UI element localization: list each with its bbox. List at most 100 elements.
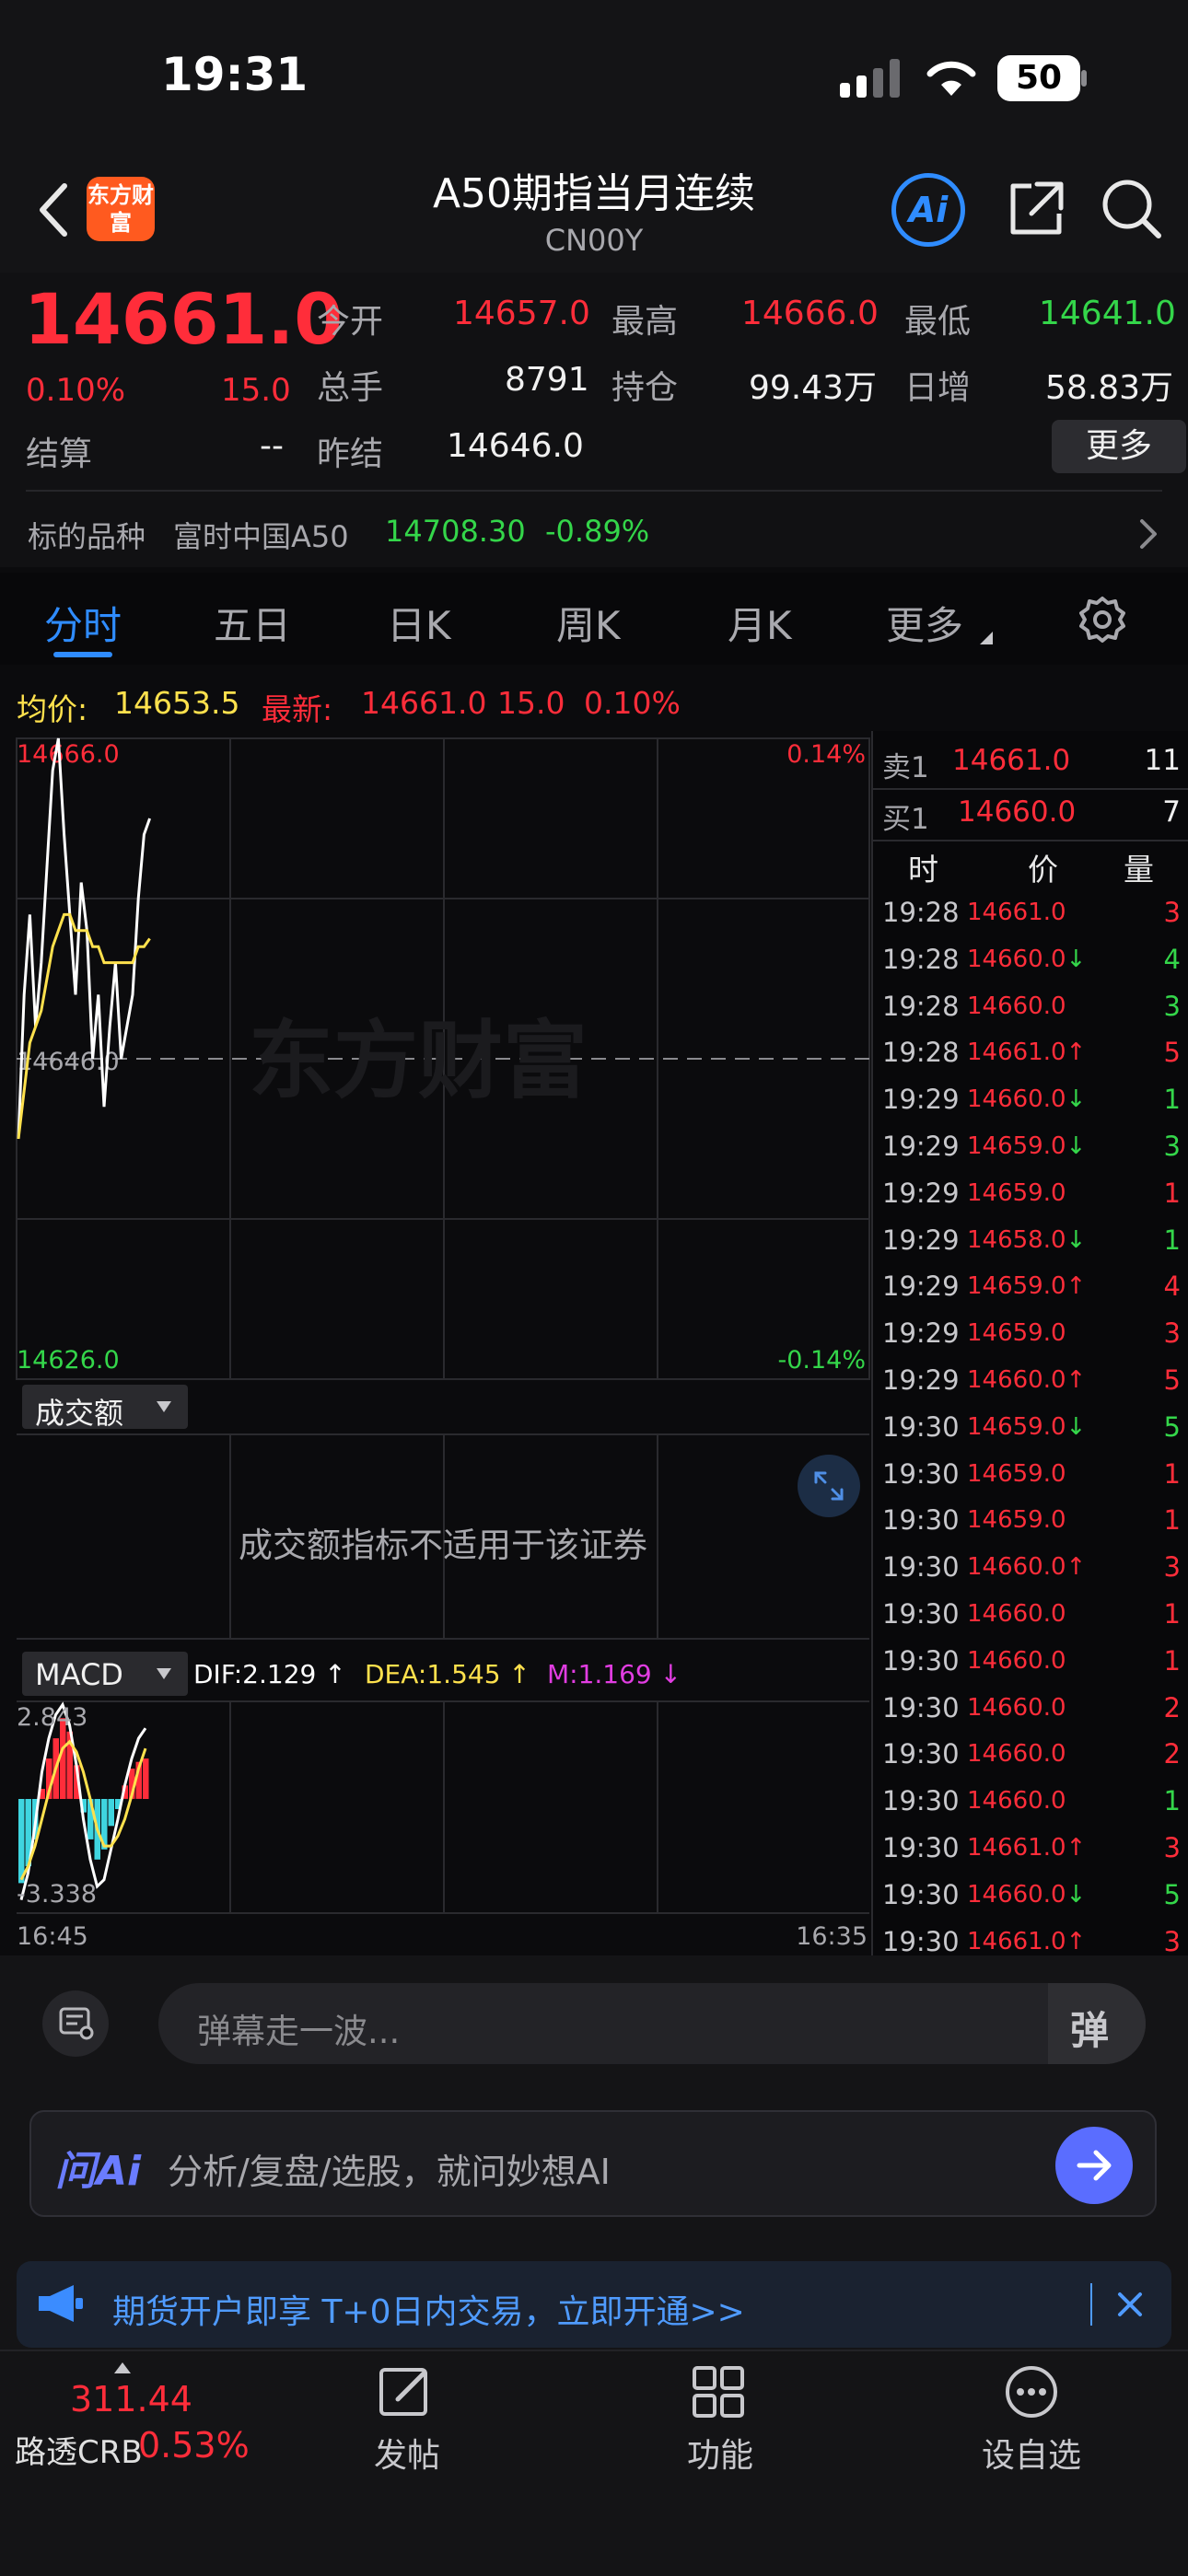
function-button[interactable]: 功能 (663, 2351, 774, 2480)
ai-section: 问Ai 分析/复盘/选股，就问妙想AI (0, 2092, 1188, 2221)
col-price: 价 (1028, 852, 1058, 888)
close-icon[interactable] (1114, 2289, 1146, 2320)
tick-qty: 1 (1163, 1084, 1181, 1116)
tick-time: 19:28 (882, 943, 960, 975)
col-time: 时 (908, 852, 938, 888)
tick-time: 19:29 (882, 1224, 960, 1256)
high-label: 最高 (611, 303, 679, 341)
tab-weekly-k[interactable]: 周K (556, 595, 621, 651)
ai-input[interactable]: 问Ai 分析/复盘/选股，就问妙想AI (29, 2110, 1157, 2217)
bottom-nav: 311.44 路透CRB 0.53% 发帖 功能 设自选 (0, 2350, 1188, 2576)
tick-qty: 2 (1163, 1738, 1181, 1770)
bid-label: 买1 (882, 803, 929, 836)
macd-bar (143, 1758, 149, 1799)
promo-banner[interactable]: 期货开户即享 T+0日内交易，立即开通>> (17, 2261, 1171, 2348)
tick-price: 14660.0↓ (967, 1085, 1087, 1114)
tab-intraday[interactable]: 分时 (44, 595, 122, 651)
tick-price: 14658.0↓ (967, 1225, 1087, 1254)
share-icon[interactable] (1006, 179, 1066, 239)
ai-button[interactable]: Ai (891, 173, 965, 247)
underlying-price: 14708.30 (385, 514, 526, 549)
tick-time: 19:29 (882, 1131, 960, 1162)
more-dots-icon (1006, 2366, 1057, 2418)
post-label: 发帖 (374, 2437, 441, 2475)
function-label: 功能 (687, 2437, 754, 2475)
tick-qty: 1 (1163, 1644, 1181, 1677)
avg-price-label: 均价: (17, 691, 88, 727)
tick-qty: 3 (1163, 1317, 1181, 1350)
tick-price: 14660.0↓ (967, 945, 1087, 973)
macd-dea-label: DEA:1.545 ↑ (365, 1659, 530, 1689)
clock: 19:31 (161, 48, 309, 101)
danmaku-toggle[interactable] (42, 1990, 109, 2057)
danmaku-input[interactable]: 弹幕走一波... 弹 (158, 1983, 1146, 2064)
danmaku-send-button[interactable]: 弹 (1048, 1983, 1146, 2064)
search-icon[interactable] (1100, 177, 1164, 241)
intraday-chart[interactable]: 东方财富 14666.0 14646.0 14626.0 0.14% -0.14… (0, 731, 871, 1955)
pct-bottom-label: -0.14% (777, 1346, 866, 1375)
app-logo: 东方财富 (87, 177, 155, 241)
post-button[interactable]: 发帖 (350, 2351, 460, 2480)
last-price: 14661.0 (24, 278, 344, 360)
quote-panel: 14661.0 0.10% 15.0 结算 -- 今开 14657.0 最高 1… (0, 273, 1188, 567)
tab-daily-k[interactable]: 日K (387, 595, 451, 651)
tick-time: 19:29 (882, 1177, 960, 1209)
danmaku-placeholder: 弹幕走一波... (197, 2012, 401, 2051)
tick-qty: 1 (1163, 1177, 1181, 1209)
ask-label: 卖1 (882, 751, 929, 784)
tick-time: 19:30 (882, 1644, 960, 1677)
tick-row: 19:29 14659.0 1 (873, 1170, 1188, 1216)
macd-dif-label: DIF:2.129 ↑ (193, 1659, 346, 1689)
tick-row: 19:30 14659.0 1 (873, 1451, 1188, 1497)
tick-price: 14660.0 (967, 992, 1066, 1020)
more-button[interactable]: 更多 (1052, 420, 1186, 473)
ai-send-button[interactable] (1055, 2127, 1133, 2204)
low-value: 14641.0 (1039, 295, 1176, 332)
edit-icon (379, 2368, 427, 2416)
gear-icon[interactable] (1077, 595, 1127, 644)
active-tab-indicator (53, 652, 112, 657)
volume-value: 8791 (505, 361, 589, 399)
avg-price-line (17, 912, 151, 1140)
expand-button[interactable] (798, 1455, 860, 1517)
open-value: 14657.0 (453, 295, 590, 332)
tick-qty: 5 (1163, 1364, 1181, 1396)
tick-price: 14661.0↑ (967, 1834, 1087, 1862)
ask-price: 14661.0 (952, 744, 1071, 777)
tab-monthly-k[interactable]: 月K (728, 595, 792, 651)
tick-price: 14660.0 (967, 1740, 1066, 1769)
tick-price: 14661.0↑ (967, 1927, 1087, 1955)
add-watchlist-button[interactable]: 设自选 (967, 2351, 1096, 2480)
tab-more[interactable]: 更多 (886, 595, 963, 651)
underlying-label: 标的品种 (28, 519, 146, 554)
macd-m-label: M:1.169 ↓ (547, 1659, 682, 1689)
daily-increase-value: 58.83万 (1044, 369, 1173, 407)
macd-top-label: 2.843 (17, 1703, 87, 1732)
underlying-row[interactable]: 标的品种 富时中国A50 14708.30 -0.89% (0, 506, 1188, 558)
tick-qty: 5 (1163, 1410, 1181, 1443)
chevron-left-icon[interactable] (37, 182, 70, 238)
divider (26, 490, 1162, 492)
tick-time: 19:29 (882, 1317, 960, 1350)
megaphone-icon (39, 2285, 83, 2322)
signal-icon (840, 59, 900, 98)
tab-five-day[interactable]: 五日 (214, 595, 291, 651)
danmaku-icon (59, 2007, 94, 2040)
change-value: 15.0 (221, 372, 291, 409)
tick-row: 19:30 14660.0↓ 5 (873, 1872, 1188, 1918)
low-label: 最低 (904, 303, 972, 341)
latest-pct: 0.10% (584, 685, 681, 721)
tick-qty: 4 (1163, 943, 1181, 975)
grid-icon (693, 2366, 744, 2418)
macd-indicator-selector[interactable]: MACD (22, 1652, 188, 1696)
battery-icon: 50 (997, 55, 1080, 101)
volume-indicator-selector[interactable]: 成交额 (22, 1385, 188, 1431)
tick-time: 19:30 (882, 1925, 960, 1957)
tick-row: 19:30 14660.0 2 (873, 1731, 1188, 1777)
tick-price: 14660.0 (967, 1646, 1066, 1675)
index-ticker[interactable]: 311.44 路透CRB 0.53% (0, 2351, 276, 2480)
tick-row: 19:30 14660.0 2 (873, 1685, 1188, 1731)
tick-qty: 3 (1163, 990, 1181, 1022)
danmaku-bar: 弹幕走一波... 弹 (0, 1955, 1188, 2092)
battery-level: 50 (1015, 59, 1063, 97)
